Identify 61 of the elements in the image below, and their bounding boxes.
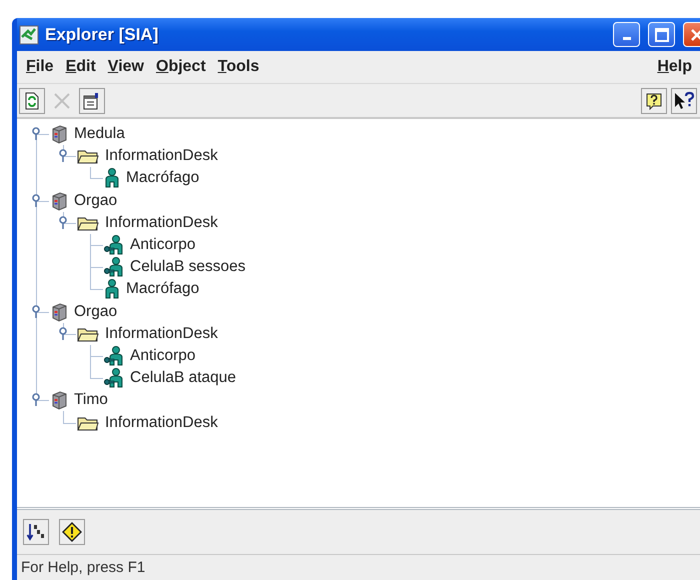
tree-item[interactable]: InformationDesk: [105, 414, 218, 432]
refresh-icon: [24, 92, 40, 110]
tree-item[interactable]: Timo: [74, 391, 108, 410]
tree-item[interactable]: InformationDesk: [105, 147, 218, 166]
warning-icon: [62, 522, 82, 542]
expand-handle[interactable]: [32, 393, 42, 408]
sort-icon: [26, 522, 46, 542]
menu-item[interactable]: Object: [150, 55, 211, 79]
server-icon: [50, 302, 68, 322]
tree-item[interactable]: Anticorpo: [130, 236, 196, 254]
app-icon: [19, 24, 39, 44]
expand-handle[interactable]: [32, 194, 42, 208]
menu-item[interactable]: Help: [652, 55, 697, 79]
expand-handle[interactable]: [59, 149, 69, 164]
tree-item[interactable]: Medula: [74, 125, 125, 144]
status-text: For Help, press F1: [20, 558, 146, 578]
folder-icon: [77, 148, 99, 164]
folder-icon: [77, 214, 99, 231]
person-icon: [104, 168, 120, 188]
tree-item[interactable]: Macrófago: [126, 280, 200, 298]
help-button[interactable]: [641, 88, 667, 114]
tree-item[interactable]: Anticorpo: [130, 346, 196, 365]
maximize-icon: [654, 28, 668, 42]
maximize-button[interactable]: [648, 22, 675, 47]
tree-item[interactable]: CelulaB ataque: [130, 369, 236, 388]
menu-item[interactable]: View: [102, 55, 149, 79]
server-icon: [50, 124, 68, 144]
expand-handle[interactable]: [32, 304, 42, 318]
close-icon: [690, 28, 700, 42]
tree-item[interactable]: Macrófago: [126, 169, 200, 188]
person-icon: [104, 279, 120, 300]
tree-item[interactable]: Orgao: [74, 302, 118, 321]
menu-item[interactable]: Tools: [212, 55, 264, 79]
menu-item[interactable]: File: [21, 55, 59, 79]
tree-item[interactable]: CelulaB sessoes: [130, 258, 246, 276]
minimize-button[interactable]: [613, 22, 640, 47]
refresh-button[interactable]: [19, 88, 45, 114]
folder-icon: [77, 326, 99, 342]
expand-handle[interactable]: [32, 127, 42, 141]
tree-item[interactable]: Orgao: [74, 192, 118, 210]
help-icon: [645, 92, 663, 110]
context-help-button[interactable]: [671, 88, 697, 114]
sort-button[interactable]: [23, 519, 49, 545]
person-with-key-icon: [104, 346, 124, 366]
tree-item[interactable]: InformationDesk: [105, 214, 218, 232]
pointer-help-icon: [673, 90, 695, 110]
folder-icon: [77, 414, 99, 431]
person-with-key-icon: [104, 235, 124, 256]
server-icon: [50, 190, 68, 211]
close-icon: [53, 92, 71, 110]
expand-handle[interactable]: [59, 216, 69, 230]
menu-item[interactable]: Edit: [60, 55, 101, 79]
minimize-icon: [622, 37, 630, 40]
server-icon: [50, 390, 68, 410]
person-with-key-icon: [104, 368, 124, 388]
warning-button[interactable]: [59, 519, 85, 545]
tree-item[interactable]: InformationDesk: [105, 324, 218, 343]
window-title: Explorer [SIA]: [45, 24, 158, 44]
expand-handle[interactable]: [59, 326, 69, 341]
properties-button[interactable]: [79, 88, 105, 114]
person-with-key-icon: [104, 257, 124, 278]
